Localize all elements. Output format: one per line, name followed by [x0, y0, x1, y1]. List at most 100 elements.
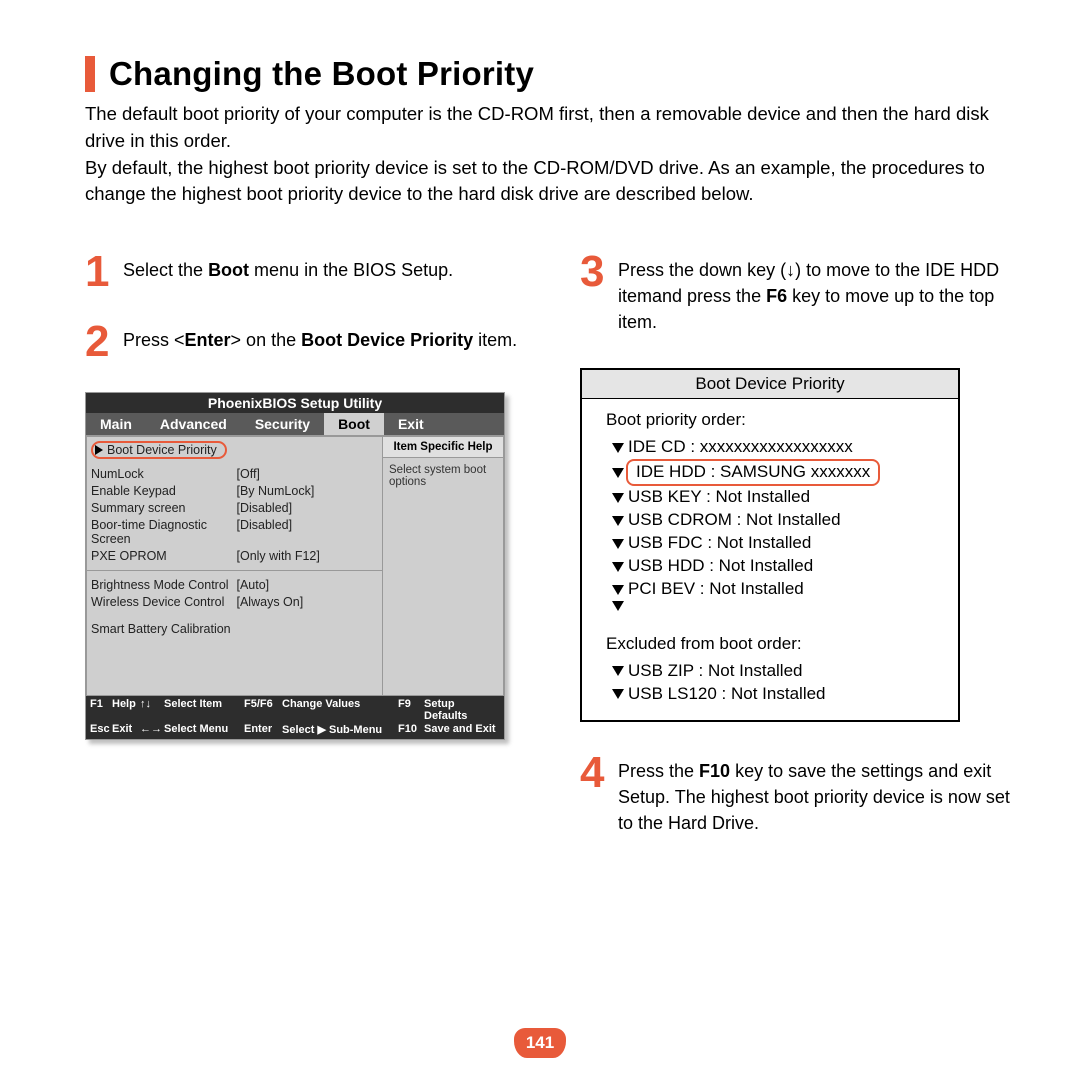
- bdp-item: USB CDROM : Not Installed: [612, 509, 934, 532]
- bdp-item: USB KEY : Not Installed: [612, 486, 934, 509]
- bios-item-label: Boot Device Priority: [107, 443, 217, 457]
- page-title: Changing the Boot Priority: [109, 55, 534, 93]
- triangle-down-icon: [612, 689, 624, 699]
- bdp-item: USB HDD : Not Installed: [612, 555, 934, 578]
- page-number-badge: 141: [514, 1028, 566, 1058]
- bdp-item-text: IDE CD : xxxxxxxxxxxxxxxxxx: [628, 436, 853, 459]
- bios-tab-exit: Exit: [384, 413, 438, 435]
- intro-paragraph-2: By default, the highest boot priority de…: [85, 155, 1020, 209]
- bios-footer-label: Select ▶ Sub-Menu: [282, 723, 398, 736]
- step-4: 4 Press the F10 key to save the settings…: [580, 754, 1020, 836]
- bios-item-label: NumLock: [91, 467, 233, 481]
- bdp-excluded-item: USB ZIP : Not Installed: [612, 660, 934, 683]
- step-text-bold: F6: [766, 286, 787, 306]
- bios-footer-key: F1: [90, 698, 112, 722]
- triangle-down-icon: [612, 562, 624, 572]
- bdp-excluded-label: Excluded from boot order:: [606, 633, 934, 656]
- title-accent-bar: [85, 56, 95, 92]
- bios-item-value: [Off]: [237, 467, 379, 481]
- intro-paragraph-1: The default boot priority of your comput…: [85, 101, 1020, 155]
- bdp-item-text: USB ZIP : Not Installed: [628, 660, 802, 683]
- step-text: menu in the BIOS Setup.: [249, 260, 453, 280]
- step-text: > on the: [231, 330, 302, 350]
- bdp-item-text: USB KEY : Not Installed: [628, 486, 810, 509]
- triangle-right-icon: [95, 445, 103, 455]
- bdp-item-text: IDE HDD : SAMSUNG xxxxxxx: [626, 459, 880, 486]
- bios-tab-bar: Main Advanced Security Boot Exit: [86, 413, 504, 435]
- bios-footer-label: Exit: [112, 723, 140, 736]
- bdp-item-text: PCI BEV : Not Installed: [628, 578, 804, 601]
- step-number: 1: [85, 253, 113, 290]
- step-text: Press the: [618, 761, 699, 781]
- bios-utility-screenshot: PhoenixBIOS Setup Utility Main Advanced …: [85, 392, 505, 740]
- step-text-bold: F10: [699, 761, 730, 781]
- triangle-down-icon: [612, 493, 624, 503]
- bdp-title: Boot Device Priority: [582, 370, 958, 400]
- bios-footer-key: F9: [398, 698, 424, 722]
- step-1: 1 Select the Boot menu in the BIOS Setup…: [85, 253, 525, 290]
- step-text: item.: [473, 330, 517, 350]
- bios-tab-main: Main: [86, 413, 146, 435]
- bdp-item: USB FDC : Not Installed: [612, 532, 934, 555]
- bios-footer-label: Setup Defaults: [424, 698, 500, 722]
- step-text-bold: Boot Device Priority: [301, 330, 473, 350]
- bios-tab-security: Security: [241, 413, 324, 435]
- bdp-item: IDE CD : xxxxxxxxxxxxxxxxxx: [612, 436, 934, 459]
- triangle-down-icon: [612, 585, 624, 595]
- bios-title: PhoenixBIOS Setup Utility: [86, 393, 504, 413]
- bios-help-body: Select system boot options: [383, 458, 503, 494]
- bdp-item-text: USB FDC : Not Installed: [628, 532, 811, 555]
- bios-item-value: [Disabled]: [237, 518, 379, 546]
- bios-tab-boot: Boot: [324, 413, 384, 435]
- bios-help-title: Item Specific Help: [383, 437, 503, 458]
- step-number: 4: [580, 754, 608, 836]
- bios-item-value: [By NumLock]: [237, 484, 379, 498]
- step-3: 3 Press the down key (↓) to move to the …: [580, 253, 1020, 335]
- step-number: 3: [580, 253, 608, 335]
- bios-footer-label: Help: [112, 698, 140, 722]
- bios-item-value: [Auto]: [237, 578, 379, 592]
- step-text-bold: Boot: [208, 260, 249, 280]
- bios-footer-label: Change Values: [282, 698, 398, 722]
- bdp-order-label: Boot priority order:: [606, 409, 934, 432]
- step-text-bold: Enter: [185, 330, 231, 350]
- step-number: 2: [85, 323, 113, 360]
- step-2: 2 Press <Enter> on the Boot Device Prior…: [85, 323, 525, 360]
- bios-selected-row: Boot Device Priority: [91, 441, 227, 459]
- step-text: Press <: [123, 330, 185, 350]
- bios-item-value: [Always On]: [237, 595, 379, 609]
- bios-footer: F1 Help ↑↓ Select Item F5/F6 Change Valu…: [86, 696, 504, 739]
- bios-footer-key: Esc: [90, 723, 112, 736]
- bios-footer-key: F10: [398, 723, 424, 736]
- bios-item-value: [Only with F12]: [237, 549, 379, 563]
- triangle-down-icon: [612, 468, 624, 478]
- bios-item-value: [Disabled]: [237, 501, 379, 515]
- triangle-down-icon: [612, 516, 624, 526]
- bios-tab-advanced: Advanced: [146, 413, 241, 435]
- bios-item-label: Boor-time Diagnostic Screen: [91, 518, 233, 546]
- bios-item-label: Enable Keypad: [91, 484, 233, 498]
- boot-device-priority-panel: Boot Device Priority Boot priority order…: [580, 368, 960, 722]
- bios-footer-key: ←→: [140, 723, 164, 736]
- bios-footer-label: Select Item: [164, 698, 244, 722]
- bios-footer-key: ↑↓: [140, 698, 164, 722]
- bios-item-label: Smart Battery Calibration: [91, 622, 378, 636]
- bios-item-label: Brightness Mode Control: [91, 578, 233, 592]
- bdp-item-highlighted: IDE HDD : SAMSUNG xxxxxxx: [612, 459, 934, 486]
- bdp-item-empty: [612, 601, 934, 611]
- step-text: Select the: [123, 260, 208, 280]
- bdp-item-text: USB LS120 : Not Installed: [628, 683, 826, 706]
- bdp-excluded-item: USB LS120 : Not Installed: [612, 683, 934, 706]
- triangle-down-icon: [612, 539, 624, 549]
- bdp-item-text: USB HDD : Not Installed: [628, 555, 813, 578]
- bios-footer-key: F5/F6: [244, 698, 282, 722]
- bios-item-label: PXE OPROM: [91, 549, 233, 563]
- bios-footer-key: Enter: [244, 723, 282, 736]
- bios-item-label: Wireless Device Control: [91, 595, 233, 609]
- bdp-item-text: USB CDROM : Not Installed: [628, 509, 841, 532]
- bios-item-label: Summary screen: [91, 501, 233, 515]
- bdp-item: PCI BEV : Not Installed: [612, 578, 934, 601]
- bios-footer-label: Save and Exit: [424, 723, 500, 736]
- triangle-down-icon: [612, 666, 624, 676]
- triangle-down-icon: [612, 601, 624, 611]
